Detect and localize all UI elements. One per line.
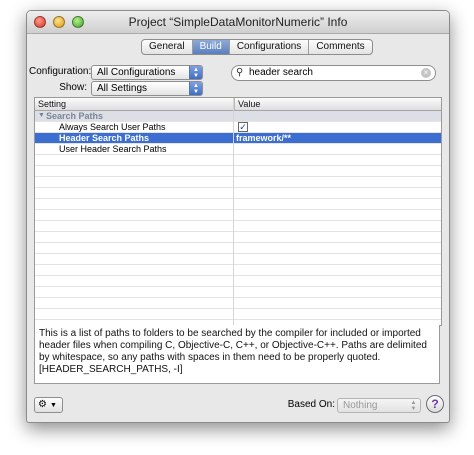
empty-row — [35, 210, 441, 221]
configuration-popup[interactable]: All Configurations ▲ ▼ — [91, 65, 203, 80]
tab-general[interactable]: General — [142, 40, 192, 54]
tab-configurations[interactable]: Configurations — [228, 40, 308, 54]
popup-arrows-icon: ▲ ▼ — [189, 82, 202, 95]
empty-row — [35, 177, 441, 188]
based-on-value: Nothing — [343, 400, 378, 411]
empty-row — [35, 188, 441, 199]
group-label: Search Paths — [46, 111, 104, 121]
gear-icon: ⚙ — [38, 399, 47, 410]
tab-build[interactable]: Build — [191, 40, 229, 54]
empty-row — [35, 309, 441, 320]
empty-row — [35, 276, 441, 287]
empty-row — [35, 254, 441, 265]
empty-row — [35, 221, 441, 232]
configuration-label: Configuration: — [29, 66, 92, 77]
based-on-label: Based On: — [287, 399, 335, 410]
column-divider[interactable] — [233, 98, 234, 325]
based-on-popup[interactable]: Nothing ▲ ▼ — [337, 398, 421, 413]
table-row[interactable]: Always Search User Paths ✓ — [35, 122, 441, 133]
empty-row — [35, 265, 441, 276]
empty-row — [35, 166, 441, 177]
empty-row — [35, 243, 441, 254]
project-info-window: Project “SimpleDataMonitorNumeric” Info … — [26, 10, 450, 423]
setting-value[interactable]: framework/** — [236, 133, 291, 143]
tab-bar: General Build Configurations Comments — [141, 39, 373, 55]
clear-search-icon[interactable]: × — [421, 68, 431, 78]
setting-name: Always Search User Paths — [59, 122, 166, 132]
action-menu-button[interactable]: ⚙ ▼ — [34, 397, 63, 413]
configuration-value: All Configurations — [97, 67, 176, 78]
search-field[interactable]: ⚲ header search × — [231, 65, 436, 81]
empty-row — [35, 232, 441, 243]
column-header-setting[interactable]: Setting — [35, 98, 66, 110]
empty-row — [35, 287, 441, 298]
setting-description: This is a list of paths to folders to be… — [34, 325, 440, 384]
empty-row — [35, 298, 441, 309]
build-settings-table: Setting Value ▼ Search Paths Always Sear… — [34, 97, 442, 326]
empty-row — [35, 155, 441, 166]
always-search-user-paths-checkbox[interactable]: ✓ — [238, 122, 248, 132]
show-label: Show: — [59, 82, 87, 93]
group-row-search-paths[interactable]: ▼ Search Paths — [35, 111, 441, 122]
table-header: Setting Value — [35, 98, 441, 111]
popup-arrows-icon: ▲ ▼ — [189, 66, 202, 79]
setting-name: User Header Search Paths — [59, 144, 167, 154]
table-row-selected[interactable]: Header Search Paths framework/** — [35, 133, 441, 144]
tab-comments[interactable]: Comments — [308, 40, 371, 54]
help-button[interactable]: ? — [426, 395, 444, 413]
search-input[interactable]: header search — [249, 66, 313, 80]
show-value: All Settings — [97, 83, 148, 94]
column-header-value[interactable]: Value — [234, 98, 260, 110]
search-icon: ⚲ — [236, 67, 244, 78]
disclosure-triangle-icon[interactable]: ▼ — [38, 111, 45, 121]
table-row[interactable]: User Header Search Paths — [35, 144, 441, 155]
title-bar[interactable]: Project “SimpleDataMonitorNumeric” Info — [27, 11, 449, 34]
show-popup[interactable]: All Settings ▲ ▼ — [91, 81, 203, 96]
setting-name: Header Search Paths — [59, 133, 150, 143]
popup-arrows-icon: ▲ ▼ — [410, 400, 417, 412]
chevron-down-icon: ▼ — [49, 402, 57, 409]
window-title: Project “SimpleDataMonitorNumeric” Info — [128, 15, 348, 29]
empty-row — [35, 199, 441, 210]
